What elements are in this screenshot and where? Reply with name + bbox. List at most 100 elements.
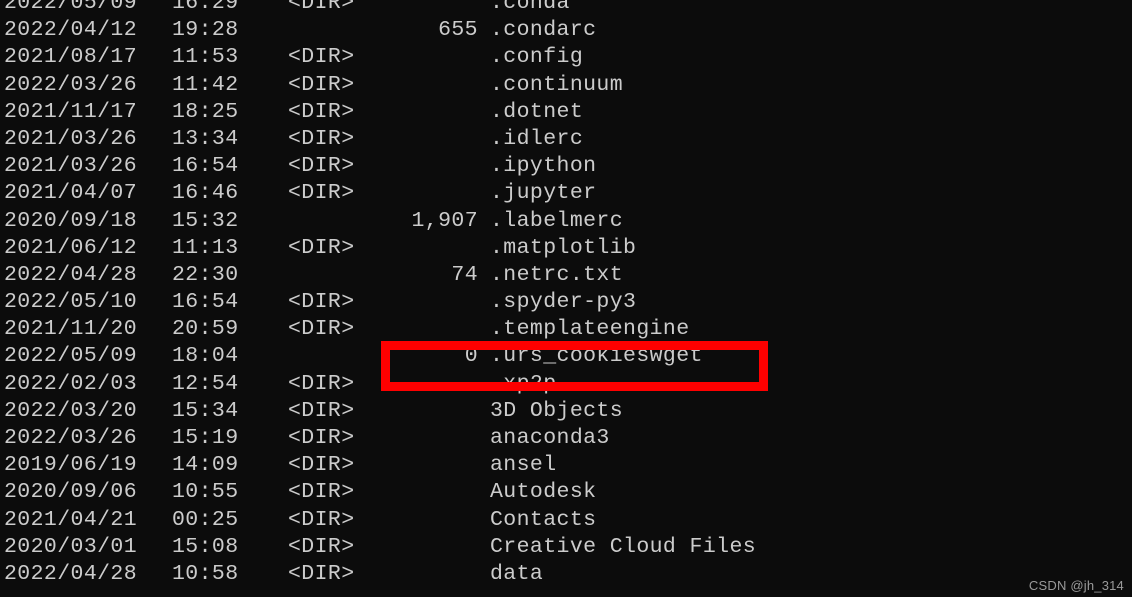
row-date: 2021/04/07 [4, 181, 138, 206]
listing-row: 2021/08/17 11:53 <DIR> .config [0, 44, 1132, 71]
row-date: 2019/06/19 [4, 453, 138, 478]
row-dir-marker: <DIR> [288, 426, 355, 450]
row-date: 2022/04/28 [4, 561, 138, 586]
listing-row: 2022/05/09 16:29 <DIR> .conda [0, 0, 1132, 17]
row-filename: .urs_cookieswget [490, 344, 703, 369]
row-filename: Autodesk [490, 480, 597, 505]
listing-row: 2022/05/10 16:54 <DIR> .spyder-py3 [0, 289, 1132, 316]
listing-row: 2021/04/07 16:46 <DIR> .jupyter [0, 180, 1132, 207]
row-time: 00:25 [172, 507, 239, 532]
row-time: 11:42 [172, 72, 239, 97]
row-date: 2022/05/10 [4, 290, 138, 315]
row-date: 2022/05/09 [4, 0, 138, 15]
listing-row: 2021/03/26 13:34 <DIR> .idlerc [0, 126, 1132, 153]
row-time: 16:54 [172, 154, 239, 179]
listing-row: 2022/05/09 18:04 0 .urs_cookieswget [0, 343, 1132, 370]
row-dir-marker: <DIR> [288, 290, 355, 315]
row-dir-marker: <DIR> [288, 453, 355, 478]
row-time: 11:53 [172, 45, 239, 70]
listing-row: 2020/09/06 10:55 <DIR> Autodesk [0, 479, 1132, 506]
listing-row: 2020/09/18 15:32 1,907 .labelmerc [0, 208, 1132, 235]
row-time: 11:13 [172, 235, 239, 260]
row-time: 16:29 [172, 0, 239, 15]
row-filename: .jupyter [490, 181, 597, 206]
row-dir-marker: <DIR> [288, 507, 355, 532]
row-size: 655 [438, 18, 478, 43]
row-time: 12:54 [172, 371, 239, 396]
row-date: 2022/04/28 [4, 262, 138, 287]
row-time: 18:25 [172, 99, 239, 124]
row-date: 2021/08/17 [4, 45, 138, 70]
row-time: 10:58 [172, 561, 239, 586]
listing-row: 2020/03/01 15:08 <DIR> Creative Cloud Files [0, 534, 1132, 561]
row-date: 2021/11/17 [4, 99, 138, 124]
row-date: 2020/03/01 [4, 534, 138, 559]
terminal-window: 2022/05/09 16:29 <DIR> .conda 2022/04/12 19:2… [0, 0, 1132, 597]
row-filename: Contacts [490, 507, 597, 532]
row-time: 19:28 [172, 18, 239, 43]
row-filename: Creative Cloud Files [490, 534, 757, 559]
row-date: 2022/02/03 [4, 371, 138, 396]
row-filename: .dotnet [490, 99, 584, 124]
row-date: 2022/03/26 [4, 426, 138, 450]
row-time: 10:55 [172, 480, 239, 505]
row-filename: .xp2p [490, 371, 557, 396]
row-filename: data [490, 561, 544, 586]
listing-row: 2022/03/26 15:19 <DIR> anaconda3 [0, 425, 1132, 452]
row-size: 1,907 [411, 208, 478, 233]
row-time: 16:46 [172, 181, 239, 206]
listing-row: 2021/06/12 11:13 <DIR> .matplotlib [0, 235, 1132, 262]
row-time: 14:09 [172, 453, 239, 478]
row-date: 2021/06/12 [4, 235, 138, 260]
row-date: 2021/11/20 [4, 317, 138, 342]
listing-row: 2021/11/20 20:59 <DIR> .templateengine [0, 316, 1132, 343]
row-dir-marker: <DIR> [288, 534, 355, 559]
row-dir-marker: <DIR> [288, 371, 355, 396]
row-time: 15:32 [172, 208, 239, 233]
row-time: 13:34 [172, 126, 239, 151]
row-time: 16:54 [172, 290, 239, 315]
row-dir-marker: <DIR> [288, 181, 355, 206]
row-filename: .matplotlib [490, 235, 637, 260]
row-filename: .labelmerc [490, 208, 624, 233]
row-date: 2022/04/12 [4, 18, 138, 43]
row-dir-marker: <DIR> [288, 235, 355, 260]
row-date: 2020/09/06 [4, 480, 138, 505]
row-filename: anaconda3 [490, 426, 610, 450]
row-time: 15:19 [172, 426, 239, 450]
listing-row: 2021/11/17 18:25 <DIR> .dotnet [0, 99, 1132, 126]
row-dir-marker: <DIR> [288, 561, 355, 586]
row-size: 74 [451, 262, 478, 287]
row-time: 15:08 [172, 534, 239, 559]
row-time: 15:34 [172, 398, 239, 423]
listing-row: 2022/04/28 10:58 <DIR> data [0, 561, 1132, 588]
row-dir-marker: <DIR> [288, 72, 355, 97]
row-filename: 3D Objects [490, 398, 624, 423]
listing-row: 2022/04/12 19:28 655 .condarc [0, 17, 1132, 44]
row-dir-marker: <DIR> [288, 480, 355, 505]
watermark-text: CSDN @jh_314 [1028, 578, 1124, 593]
row-time: 22:30 [172, 262, 239, 287]
row-date: 2022/03/20 [4, 398, 138, 423]
directory-listing: 2022/05/09 16:29 <DIR> .conda 2022/04/12 19:2… [0, 0, 1132, 588]
row-filename: .netrc.txt [490, 262, 624, 287]
row-filename: .continuum [490, 72, 624, 97]
row-date: 2021/04/21 [4, 507, 138, 532]
row-date: 2022/03/26 [4, 72, 138, 97]
row-filename: ansel [490, 453, 557, 478]
row-dir-marker: <DIR> [288, 317, 355, 342]
listing-row: 2022/03/20 15:34 <DIR> 3D Objects [0, 398, 1132, 425]
row-filename: .conda [490, 0, 570, 15]
row-filename: .ipython [490, 154, 597, 179]
row-filename: .config [490, 45, 584, 70]
listing-row: 2019/06/19 14:09 <DIR> ansel [0, 452, 1132, 479]
listing-row: 2022/02/03 12:54 <DIR> .xp2p [0, 371, 1132, 398]
row-time: 18:04 [172, 344, 239, 369]
row-dir-marker: <DIR> [288, 99, 355, 124]
row-dir-marker: <DIR> [288, 398, 355, 423]
row-time: 20:59 [172, 317, 239, 342]
row-dir-marker: <DIR> [288, 0, 355, 15]
row-filename: .spyder-py3 [490, 290, 637, 315]
listing-row: 2021/04/21 00:25 <DIR> Contacts [0, 507, 1132, 534]
row-date: 2020/09/18 [4, 208, 138, 233]
